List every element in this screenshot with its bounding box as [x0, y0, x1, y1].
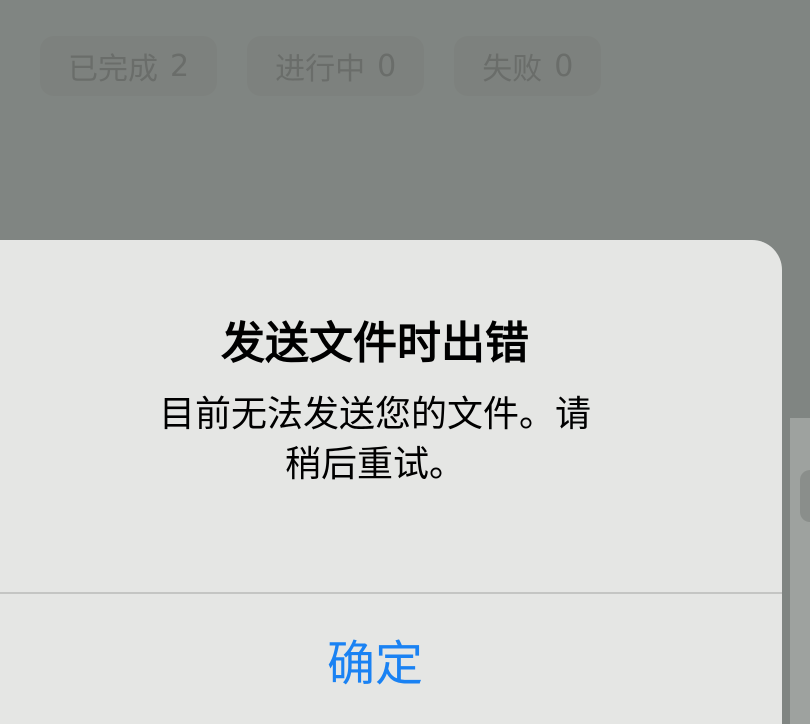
alert-content: 发送文件时出错 目前无法发送您的文件。请 稍后重试。: [0, 240, 750, 490]
alert-message: 目前无法发送您的文件。请 稍后重试。: [70, 390, 680, 490]
error-alert-dialog: 发送文件时出错 目前无法发送您的文件。请 稍后重试。 确定: [0, 240, 782, 724]
tab-completed-label: 已完成: [68, 52, 158, 87]
confirm-button[interactable]: 确定: [0, 594, 750, 724]
tab-in-progress[interactable]: 进行中 0: [247, 36, 425, 96]
tab-failed-label: 失败: [482, 52, 543, 87]
status-filter-bar: 已完成 2 进行中 0 失败 0: [40, 36, 602, 96]
alert-message-line-2: 稍后重试。: [284, 444, 465, 485]
tab-completed-count: 2: [170, 48, 190, 84]
alert-message-line-1: 目前无法发送您的文件。请: [158, 394, 591, 435]
screen: 已完成 2 进行中 0 失败 0 发送文件时出错 目前无法发送您的文件。请 稍后重试。…: [0, 0, 810, 724]
tab-in-progress-label: 进行中: [275, 52, 366, 87]
background-panel-edge: [790, 418, 810, 724]
background-toggle-knob: [800, 470, 810, 522]
tab-in-progress-count: 0: [377, 48, 397, 84]
alert-title: 发送文件时出错: [221, 318, 529, 369]
tab-failed[interactable]: 失败 0: [454, 36, 602, 96]
tab-completed[interactable]: 已完成 2: [40, 36, 218, 96]
tab-failed-count: 0: [554, 48, 574, 84]
